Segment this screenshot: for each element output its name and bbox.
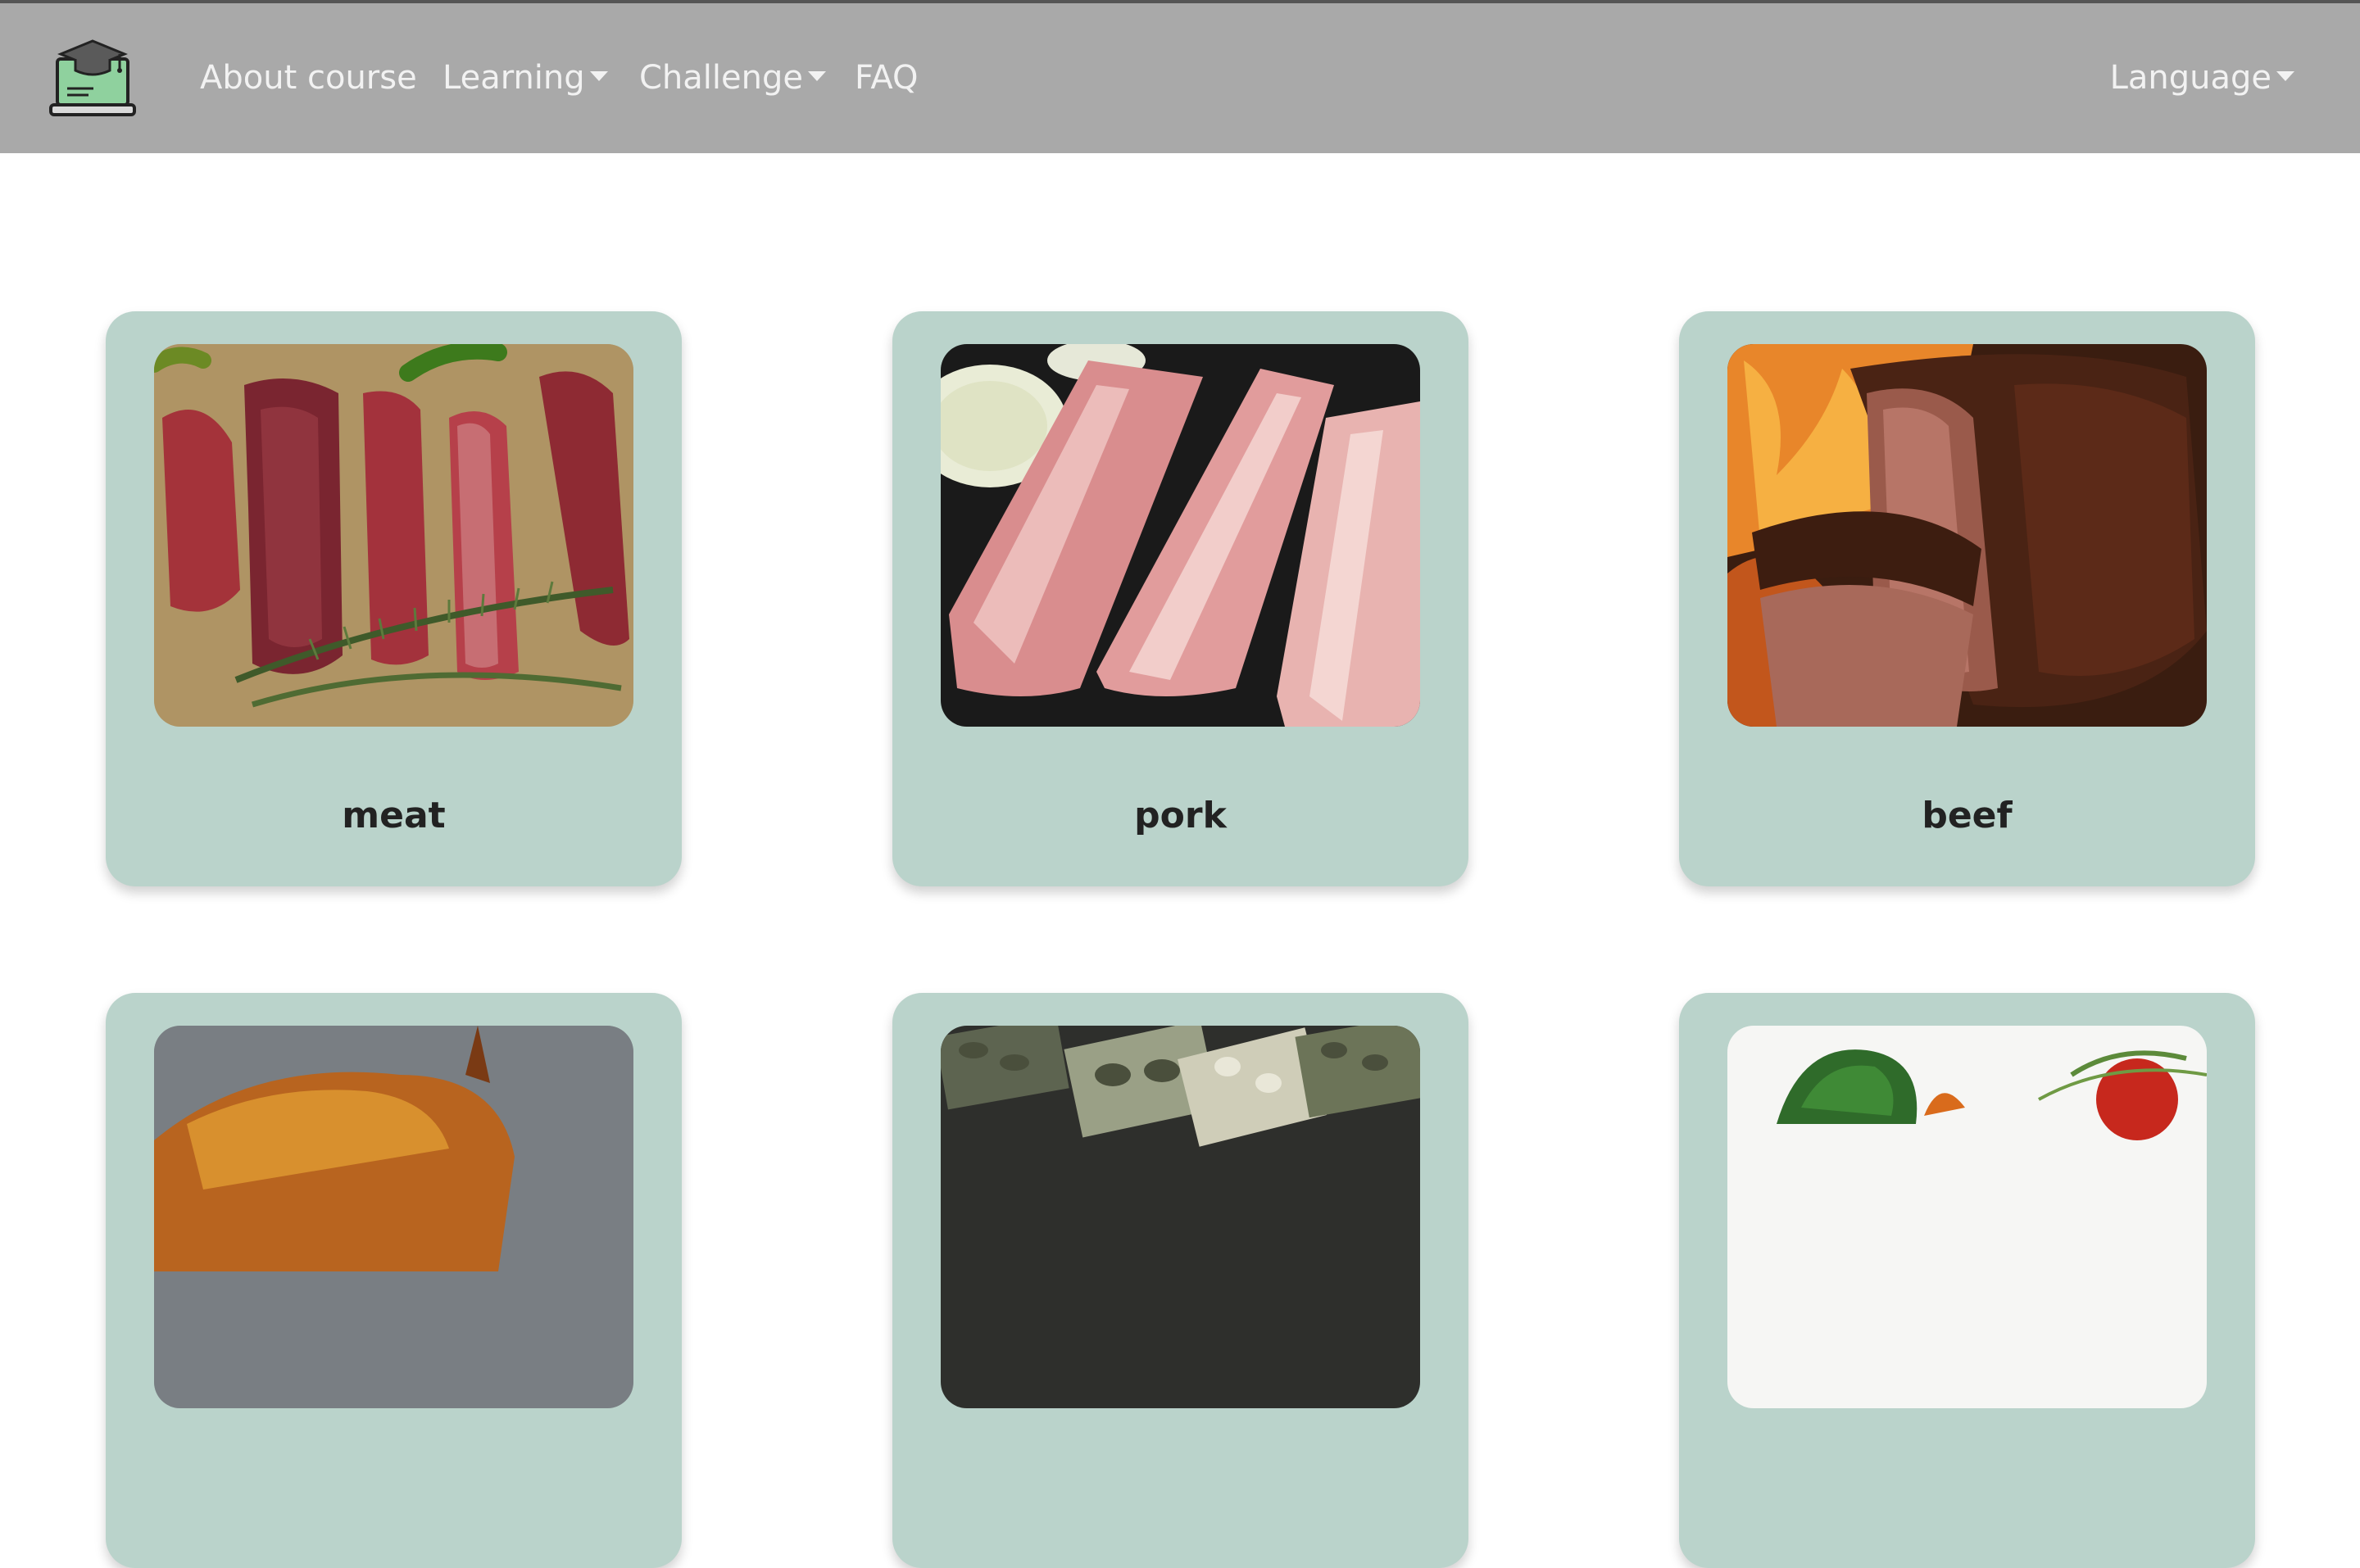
nav-language-dropdown[interactable]: Language bbox=[2110, 3, 2294, 153]
category-card-pork[interactable]: pork bbox=[892, 311, 1468, 886]
category-card-vegetables[interactable] bbox=[1679, 993, 2255, 1568]
card-label: pork bbox=[1134, 795, 1227, 836]
caret-down-icon bbox=[589, 71, 608, 81]
course-logo-icon[interactable] bbox=[49, 36, 136, 121]
nav-language-label: Language bbox=[2109, 59, 2272, 97]
vegetables-image bbox=[1727, 1026, 2207, 1408]
nav-learning-label: Learning bbox=[442, 59, 585, 97]
seafood-shellfish-image bbox=[941, 1026, 1420, 1408]
nav-learning-dropdown[interactable]: Learning bbox=[442, 3, 608, 153]
nav-challenge-label: Challenge bbox=[639, 59, 803, 97]
nav-about-course-label: About course bbox=[200, 59, 417, 97]
pork-belly-image bbox=[941, 344, 1420, 727]
navbar: About course Learning Challenge FAQ Lang… bbox=[0, 3, 2360, 153]
category-card-chicken[interactable] bbox=[106, 993, 682, 1568]
roast-beef-image bbox=[1727, 344, 2207, 727]
nav-about-course[interactable]: About course bbox=[200, 3, 417, 153]
nav-faq-label: FAQ bbox=[855, 59, 919, 97]
category-card-seafood[interactable] bbox=[892, 993, 1468, 1568]
card-label: beef bbox=[1922, 795, 2013, 836]
raw-meat-cuts-image bbox=[154, 344, 633, 727]
category-card-beef[interactable]: beef bbox=[1679, 311, 2255, 886]
caret-down-icon bbox=[2276, 71, 2294, 81]
nav-challenge-dropdown[interactable]: Challenge bbox=[639, 3, 826, 153]
card-label: meat bbox=[342, 795, 446, 836]
roast-chicken-image bbox=[154, 1026, 633, 1408]
nav-faq[interactable]: FAQ bbox=[855, 3, 918, 153]
caret-down-icon bbox=[807, 71, 826, 81]
category-card-meat[interactable]: meat bbox=[106, 311, 682, 886]
